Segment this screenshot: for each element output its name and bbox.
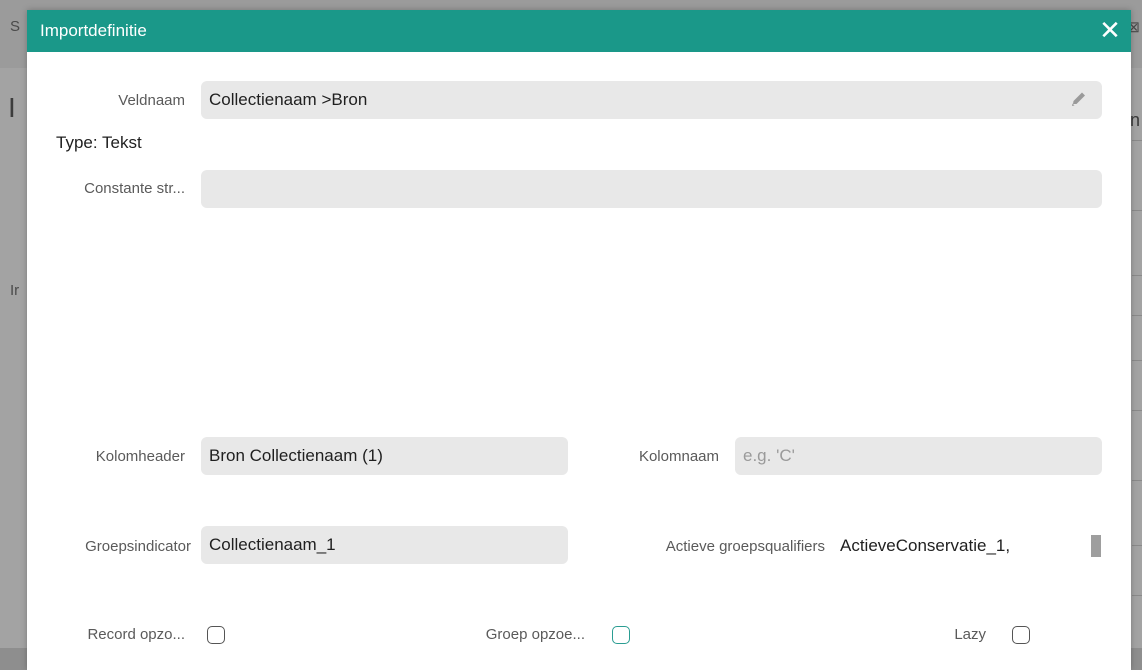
pencil-icon[interactable] xyxy=(1070,90,1088,108)
background-divider xyxy=(1132,410,1142,411)
background-divider xyxy=(1132,545,1142,546)
background-divider xyxy=(1132,210,1142,211)
veldnaam-field[interactable]: Collectienaam >Bron xyxy=(201,81,1102,119)
record-opzoeken-label: Record opzo... xyxy=(87,626,185,643)
dialog-title: Importdefinitie xyxy=(40,21,147,40)
dialog-header: Importdefinitie ✕ xyxy=(27,10,1131,52)
kolomheader-label: Kolomheader xyxy=(95,448,185,465)
background-right-text: n xyxy=(1129,110,1140,130)
constante-string-field[interactable] xyxy=(201,170,1102,208)
background-divider xyxy=(1132,360,1142,361)
groepsindicator-field[interactable]: Collectienaam_1 xyxy=(201,526,568,564)
background-divider xyxy=(1132,595,1142,596)
kolomnaam-placeholder: e.g. 'C' xyxy=(743,446,795,465)
constante-label: Constante str... xyxy=(84,180,185,197)
scrollbar-thumb[interactable] xyxy=(1091,535,1101,557)
kolomheader-value: Bron Collectienaam (1) xyxy=(209,446,383,465)
background-heading: I xyxy=(8,92,16,123)
field-type-info: Type: Tekst xyxy=(56,133,142,152)
groep-opzoeken-label: Groep opzoe... xyxy=(485,626,585,643)
close-icon[interactable]: ✕ xyxy=(1095,16,1125,46)
kolomnaam-field[interactable]: e.g. 'C' xyxy=(735,437,1102,475)
background-divider xyxy=(1132,480,1142,481)
groepsindicator-label: Groepsindicator xyxy=(85,538,191,555)
actieve-groepsqualifiers-label: Actieve groepsqualifiers xyxy=(665,538,825,555)
background-divider xyxy=(1132,275,1142,276)
record-opzoeken-checkbox[interactable] xyxy=(207,626,225,644)
lazy-checkbox[interactable] xyxy=(1012,626,1030,644)
kolomnaam-label: Kolomnaam xyxy=(638,448,719,465)
background-left-text: Ir xyxy=(10,282,20,299)
background-left-letter: S xyxy=(10,18,21,35)
lazy-label: Lazy xyxy=(954,626,986,643)
groep-opzoeken-checkbox[interactable] xyxy=(612,626,630,644)
kolomheader-field[interactable]: Bron Collectienaam (1) xyxy=(201,437,568,475)
import-definition-dialog: Importdefinitie ✕ Veldnaam Collectienaam… xyxy=(27,10,1131,670)
veldnaam-value: Collectienaam >Bron xyxy=(209,90,368,109)
background-divider xyxy=(1132,140,1142,141)
veldnaam-label: Veldnaam xyxy=(118,92,185,109)
groepsindicator-value: Collectienaam_1 xyxy=(209,535,336,554)
background-divider xyxy=(1132,315,1142,316)
actieve-groepsqualifiers-value: ActieveConservatie_1, xyxy=(840,536,1011,555)
